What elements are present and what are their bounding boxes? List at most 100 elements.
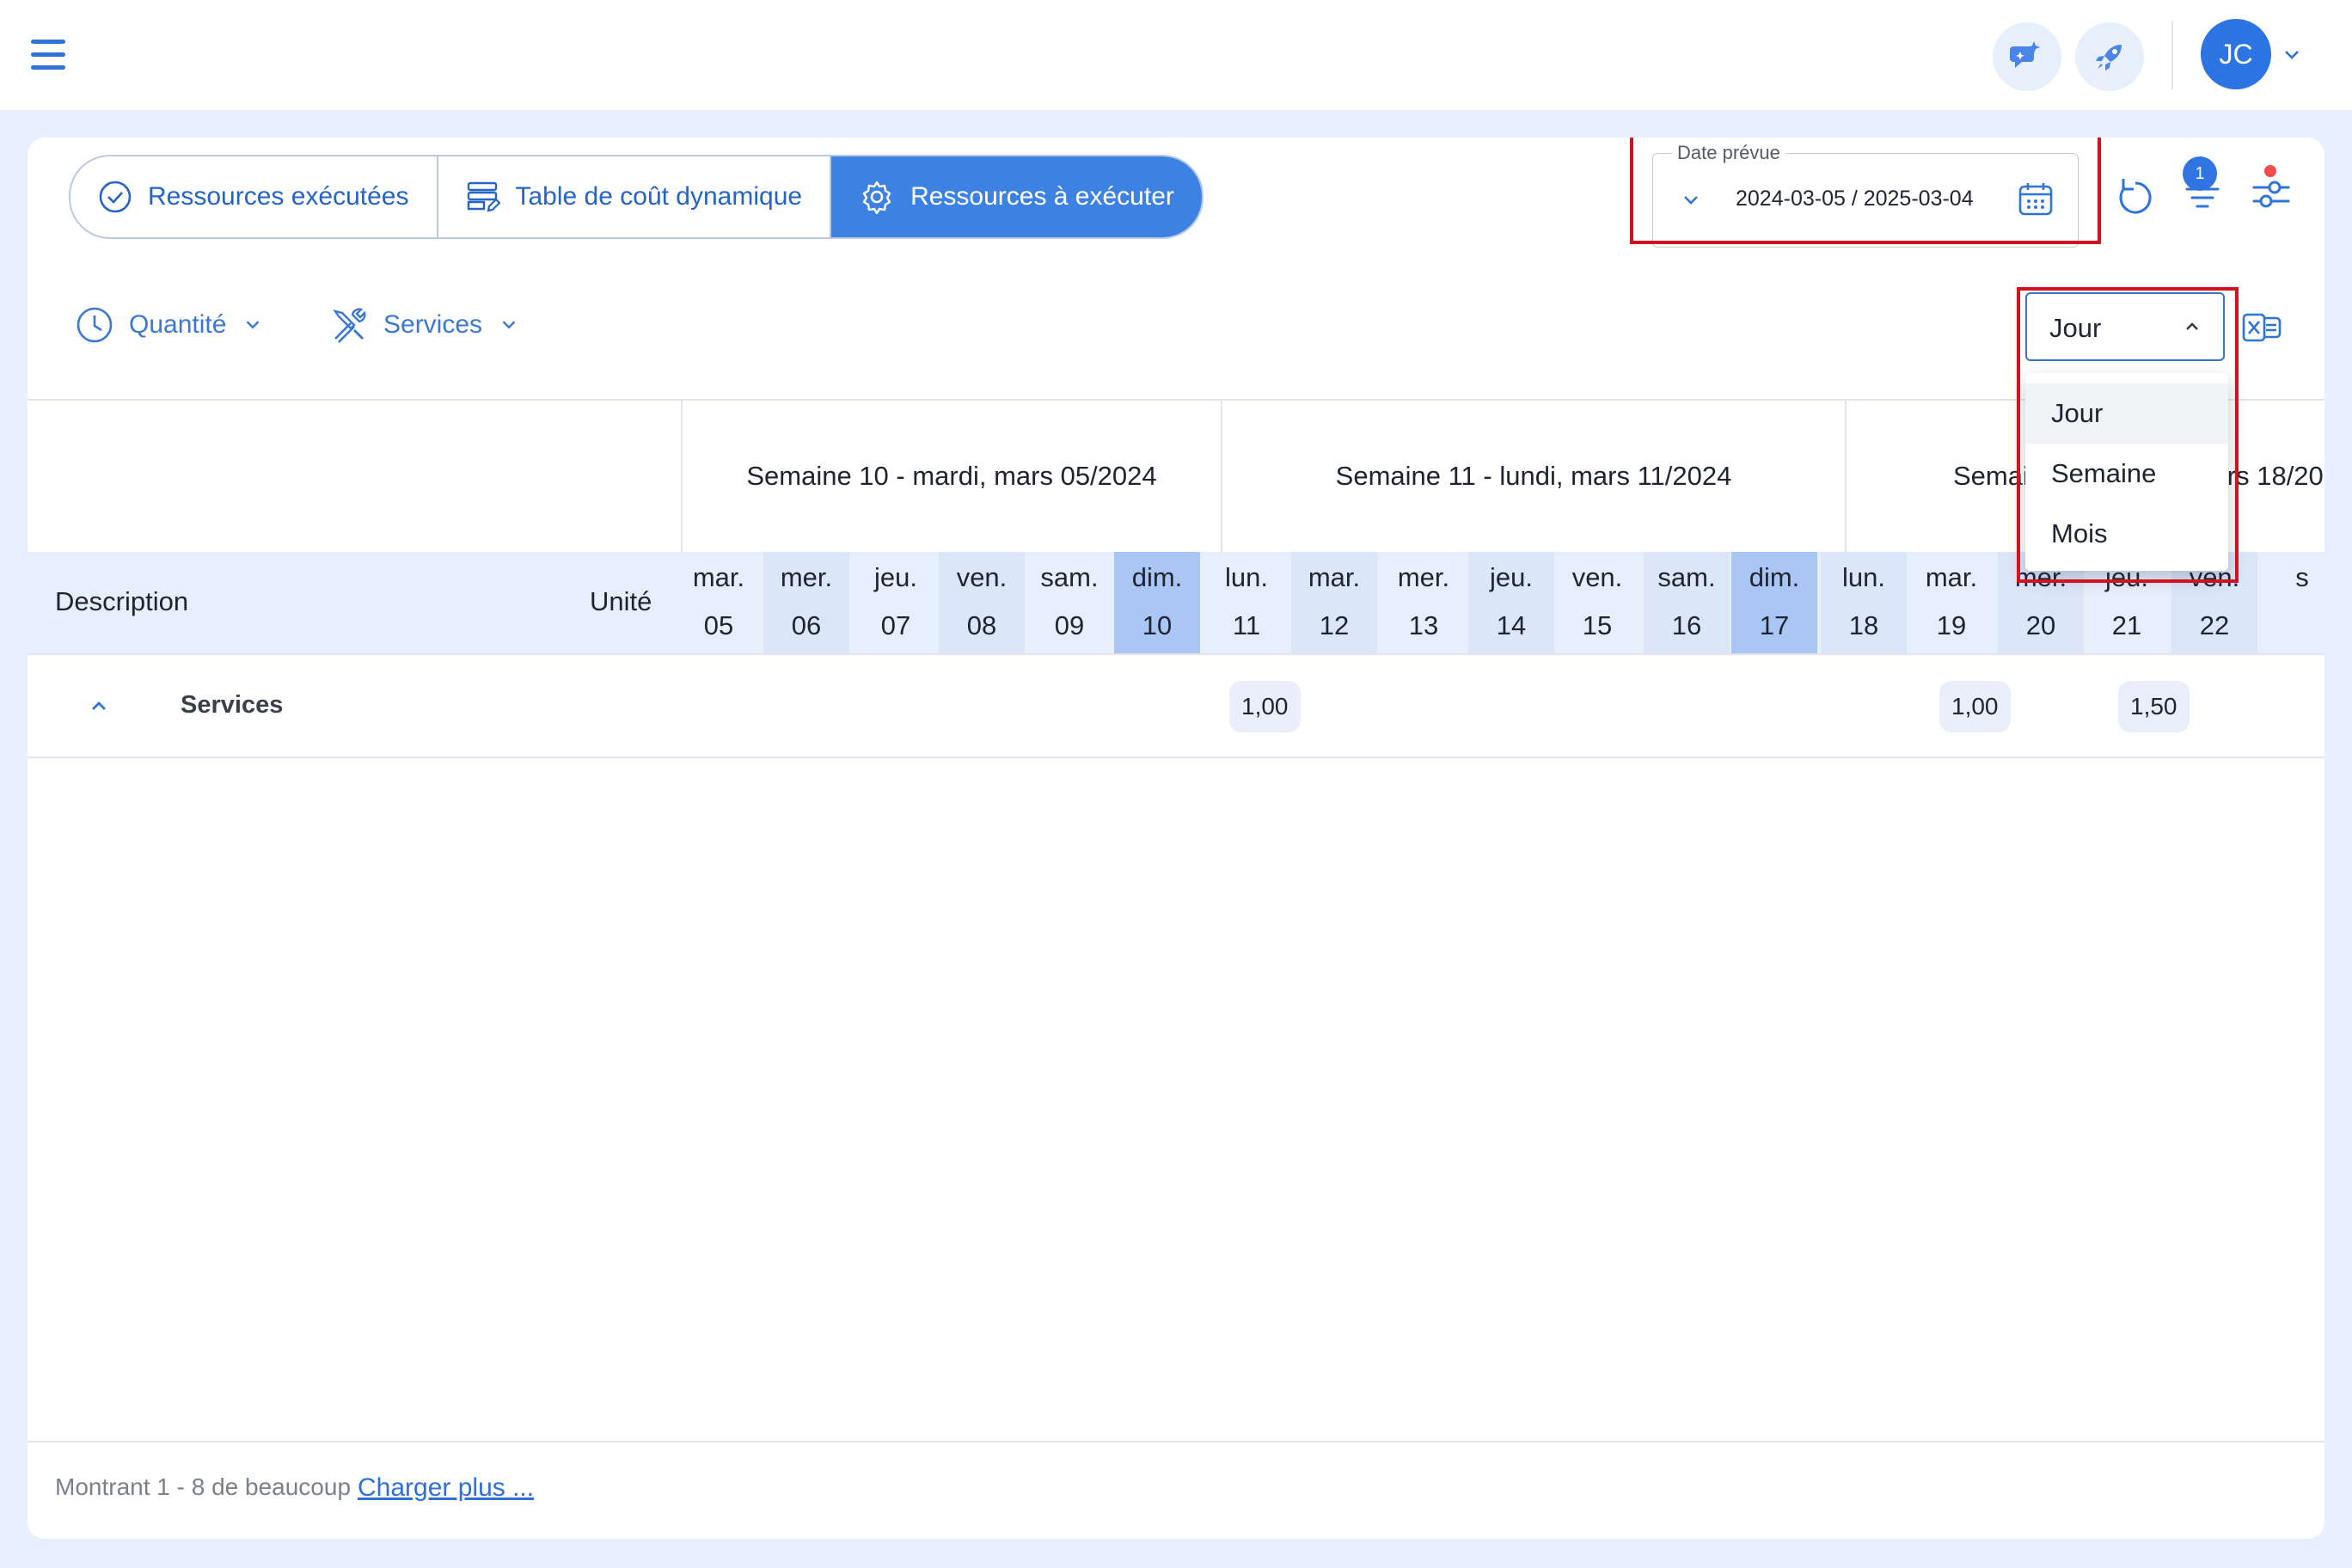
tab-label: Table de coût dynamique (515, 182, 803, 211)
day-number: 05 (703, 610, 734, 640)
day-name: sam. (1040, 562, 1099, 592)
header-divider (2171, 21, 2173, 89)
period-option-month[interactable]: Mois (2025, 504, 2228, 564)
day-column-header: mer. 06 (763, 552, 849, 655)
quantity-filter-label: Quantité (129, 310, 227, 339)
pagination-status: Montrant 1 - 8 de beaucoup (55, 1473, 352, 1500)
day-number: 19 (1936, 610, 1967, 640)
week-header: Semaine 11 - lundi, mars 11/2024 (1221, 401, 1845, 552)
day-number: 14 (1496, 610, 1527, 640)
day-number: 17 (1759, 610, 1790, 640)
refresh-icon[interactable] (2113, 174, 2158, 218)
excel-export-icon[interactable] (2240, 306, 2283, 349)
filter-count-badge: 1 (2183, 156, 2217, 191)
services-filter-label: Services (383, 310, 483, 339)
chevron-down-icon[interactable] (2280, 43, 2304, 67)
check-circle-icon (99, 181, 132, 213)
tab-executed-resources[interactable]: Ressources exécutées (70, 156, 437, 237)
day-column-header: dim. 10 (1114, 552, 1200, 655)
day-name: dim. (1749, 562, 1800, 592)
menu-icon[interactable] (31, 40, 65, 70)
day-number: 22 (2199, 610, 2230, 640)
description-header[interactable]: Description (55, 586, 188, 617)
tab-resources-to-execute[interactable]: Ressources à exécuter (830, 156, 1202, 237)
day-number: 20 (2025, 610, 2056, 640)
day-number: 18 (1848, 610, 1879, 640)
chevron-up-icon[interactable] (86, 693, 112, 719)
chat-sparkle-icon[interactable] (1993, 22, 2061, 91)
day-number: 10 (1142, 610, 1173, 640)
quantity-filter[interactable]: Quantité (76, 306, 264, 344)
day-number: 06 (791, 610, 822, 640)
day-column-header: jeu. 07 (853, 552, 939, 655)
week-header: Semaine 10 - mardi, mars 05/2024 (681, 401, 1221, 552)
day-number: 08 (966, 610, 997, 640)
day-column-header: ven. 15 (1554, 552, 1640, 655)
day-number: 13 (1408, 610, 1439, 640)
day-name: dim. (1131, 562, 1183, 592)
day-column-header: jeu. 14 (1468, 552, 1554, 655)
day-column-header: mar. 12 (1291, 552, 1377, 655)
date-field-label: Date prévue (1672, 142, 1785, 164)
day-column-header: lun. 11 (1204, 552, 1289, 655)
sliders-icon[interactable] (2249, 172, 2294, 217)
value-chip[interactable]: 1,50 (2118, 681, 2190, 732)
day-number: 12 (1319, 610, 1350, 640)
tab-label: Ressources à exécuter (910, 182, 1174, 211)
day-number: 21 (2111, 610, 2142, 640)
chevron-down-icon (247, 321, 260, 329)
day-number: 07 (880, 610, 911, 640)
day-name: mar. (692, 562, 745, 592)
tools-icon (333, 308, 366, 343)
day-name: jeu. (1490, 562, 1533, 592)
period-option-day[interactable]: Jour (2025, 383, 2228, 444)
avatar-initials: JC (2219, 38, 2253, 70)
view-tabs: Ressources exécutées Table de coût dynam… (69, 155, 1204, 239)
row-label: Services (181, 691, 284, 719)
day-column-header: mar. 19 (1908, 552, 1994, 655)
chevron-down-icon[interactable] (1679, 188, 1703, 212)
planned-date-field[interactable]: Date prévue 2024-03-05 / 2025-03-04 (1652, 142, 2079, 248)
day-column-header: sam. 16 (1644, 552, 1730, 655)
calendar-icon[interactable] (2016, 180, 2055, 219)
value-chip[interactable]: 1,00 (1229, 681, 1301, 732)
day-name: s (2295, 562, 2309, 592)
period-option-week[interactable]: Semaine (2025, 444, 2228, 504)
date-range-value[interactable]: 2024-03-05 / 2025-03-04 (1736, 187, 1974, 211)
period-select[interactable]: Jour (2025, 292, 2225, 361)
value-chip[interactable]: 1,00 (1939, 681, 2011, 732)
day-name: ven. (1571, 562, 1623, 592)
chevron-up-icon (2186, 322, 2198, 330)
day-column-header: sam. 09 (1026, 552, 1112, 655)
load-more-link[interactable]: Charger plus ... (358, 1473, 534, 1503)
day-number: 09 (1054, 610, 1085, 640)
day-column-header: mer. 13 (1381, 552, 1467, 655)
main-card: Ressources exécutées Table de coût dynam… (28, 138, 2324, 1539)
table-row: Services 1,00 1,00 1,50 (28, 655, 2324, 756)
day-name: lun. (1225, 562, 1268, 592)
day-column-header: dim. 17 (1731, 552, 1817, 655)
clock-icon (77, 307, 113, 343)
day-name: ven. (956, 562, 1008, 592)
day-name: mar. (1925, 562, 1978, 592)
table-edit-icon (467, 181, 500, 212)
day-column-header: mar. 05 (676, 552, 762, 655)
rocket-icon[interactable] (2075, 22, 2144, 91)
row-bottom-border (28, 756, 2324, 758)
period-dropdown-menu: Jour Semaine Mois (2025, 373, 2228, 571)
day-name: lun. (1842, 562, 1885, 592)
day-name: mer. (1397, 562, 1450, 592)
gear-icon (862, 181, 891, 215)
day-number: 11 (1232, 610, 1261, 640)
unit-header[interactable]: Unité (590, 586, 652, 617)
day-name: mer. (780, 562, 833, 592)
services-filter[interactable]: Services (330, 306, 520, 344)
tab-label: Ressources exécutées (148, 182, 409, 211)
day-column-header: lun. 18 (1821, 552, 1907, 655)
avatar[interactable]: JC (2201, 19, 2271, 89)
day-name: mar. (1308, 562, 1361, 592)
tab-dynamic-cost-table[interactable]: Table de coût dynamique (436, 156, 830, 237)
day-number: 16 (1671, 610, 1702, 640)
day-name: sam. (1657, 562, 1716, 592)
footer-border (28, 1441, 2324, 1442)
